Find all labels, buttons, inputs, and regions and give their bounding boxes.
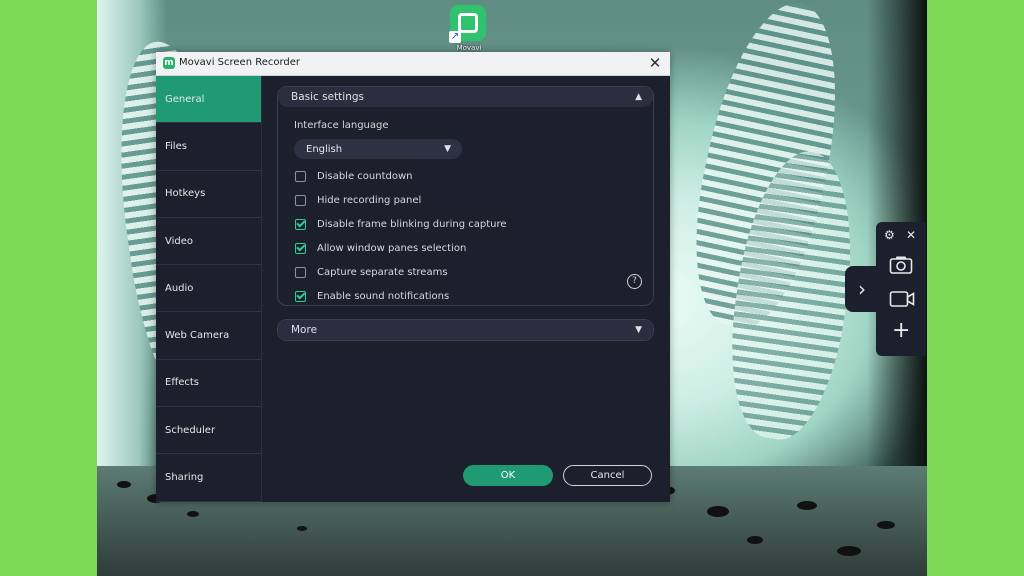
option-disable-countdown[interactable]: Disable countdown (294, 169, 637, 183)
option-label: Disable frame blinking during capture (317, 218, 507, 230)
checkbox-disable-frame-blinking[interactable] (295, 218, 306, 230)
sidebar-item-video[interactable]: Video (156, 218, 261, 266)
recording-panel: ⚙ ✕ + (876, 222, 926, 356)
settings-dialog: m Movavi Screen Recorder ✕ General Files… (156, 52, 670, 502)
capture-frame-icon (458, 13, 478, 33)
more-title: More (291, 324, 318, 336)
basic-settings-body: Interface language English ▼ Disable cou… (278, 107, 653, 305)
add-icon[interactable]: + (892, 320, 910, 342)
settings-content: Basic settings ▲ Interface language Engl… (277, 86, 654, 341)
sidebar-item-audio[interactable]: Audio (156, 265, 261, 313)
checkbox-enable-sound-notifications[interactable] (295, 290, 306, 302)
chevron-right-icon: › (858, 277, 866, 301)
option-label: Enable sound notifications (317, 290, 450, 302)
checkbox-allow-window-panes[interactable] (295, 242, 306, 254)
movavi-logo-icon: m (163, 57, 175, 69)
close-button[interactable]: ✕ (646, 54, 664, 72)
option-label: Capture separate streams (317, 266, 448, 278)
sidebar-item-effects[interactable]: Effects (156, 360, 261, 408)
checkbox-disable-countdown[interactable] (295, 170, 306, 182)
title-bar: m Movavi Screen Recorder ✕ (156, 52, 670, 76)
sidebar-item-scheduler[interactable]: Scheduler (156, 407, 261, 455)
option-allow-window-panes[interactable]: Allow window panes selection (294, 241, 637, 255)
close-icon[interactable]: ✕ (906, 228, 916, 242)
recording-panel-expand-button[interactable]: › (845, 266, 879, 312)
cancel-button[interactable]: Cancel (563, 465, 652, 486)
screenshot-camera-icon[interactable] (889, 255, 913, 275)
interface-language-value: English (306, 143, 343, 155)
sidebar-item-general[interactable]: General (156, 76, 261, 124)
shortcut-label: Movavi (456, 44, 482, 52)
option-label: Allow window panes selection (317, 242, 467, 254)
basic-settings-panel: Basic settings ▲ Interface language Engl… (277, 86, 654, 306)
more-header[interactable]: More ▼ (278, 320, 653, 340)
option-enable-sound-notifications[interactable]: Enable sound notifications (294, 289, 637, 303)
shortcut-arrow-icon: ↗ (449, 31, 461, 43)
option-capture-separate-streams[interactable]: Capture separate streams (294, 265, 637, 279)
option-disable-frame-blinking[interactable]: Disable frame blinking during capture (294, 217, 637, 231)
basic-settings-title: Basic settings (291, 91, 365, 103)
option-label: Disable countdown (317, 170, 413, 182)
interface-language-select[interactable]: English ▼ (294, 139, 462, 159)
option-hide-recording-panel[interactable]: Hide recording panel (294, 193, 637, 207)
chevron-up-icon: ▲ (635, 92, 642, 102)
chevron-down-icon: ▼ (635, 325, 642, 335)
checkbox-hide-recording-panel[interactable] (295, 194, 306, 206)
sidebar-item-web-camera[interactable]: Web Camera (156, 312, 261, 360)
interface-language-label: Interface language (294, 120, 389, 131)
sidebar-item-sharing[interactable]: Sharing (156, 454, 261, 502)
settings-icon[interactable]: ⚙ (884, 228, 895, 242)
chevron-down-icon: ▼ (444, 144, 451, 154)
checkbox-capture-separate-streams[interactable] (295, 266, 306, 278)
sidebar-item-hotkeys[interactable]: Hotkeys (156, 171, 261, 218)
window-title: Movavi Screen Recorder (179, 57, 301, 68)
video-camera-icon[interactable] (889, 290, 915, 308)
settings-sidebar: General Files Hotkeys Video Audio Web Ca… (156, 76, 262, 502)
help-icon[interactable]: ? (627, 274, 642, 289)
basic-settings-header[interactable]: Basic settings ▲ (278, 87, 653, 107)
more-panel: More ▼ (277, 319, 654, 341)
sidebar-item-files[interactable]: Files (156, 123, 261, 171)
movavi-shortcut-icon[interactable]: ↗ (449, 5, 486, 43)
option-label: Hide recording panel (317, 194, 422, 206)
ok-button[interactable]: OK (463, 465, 553, 486)
